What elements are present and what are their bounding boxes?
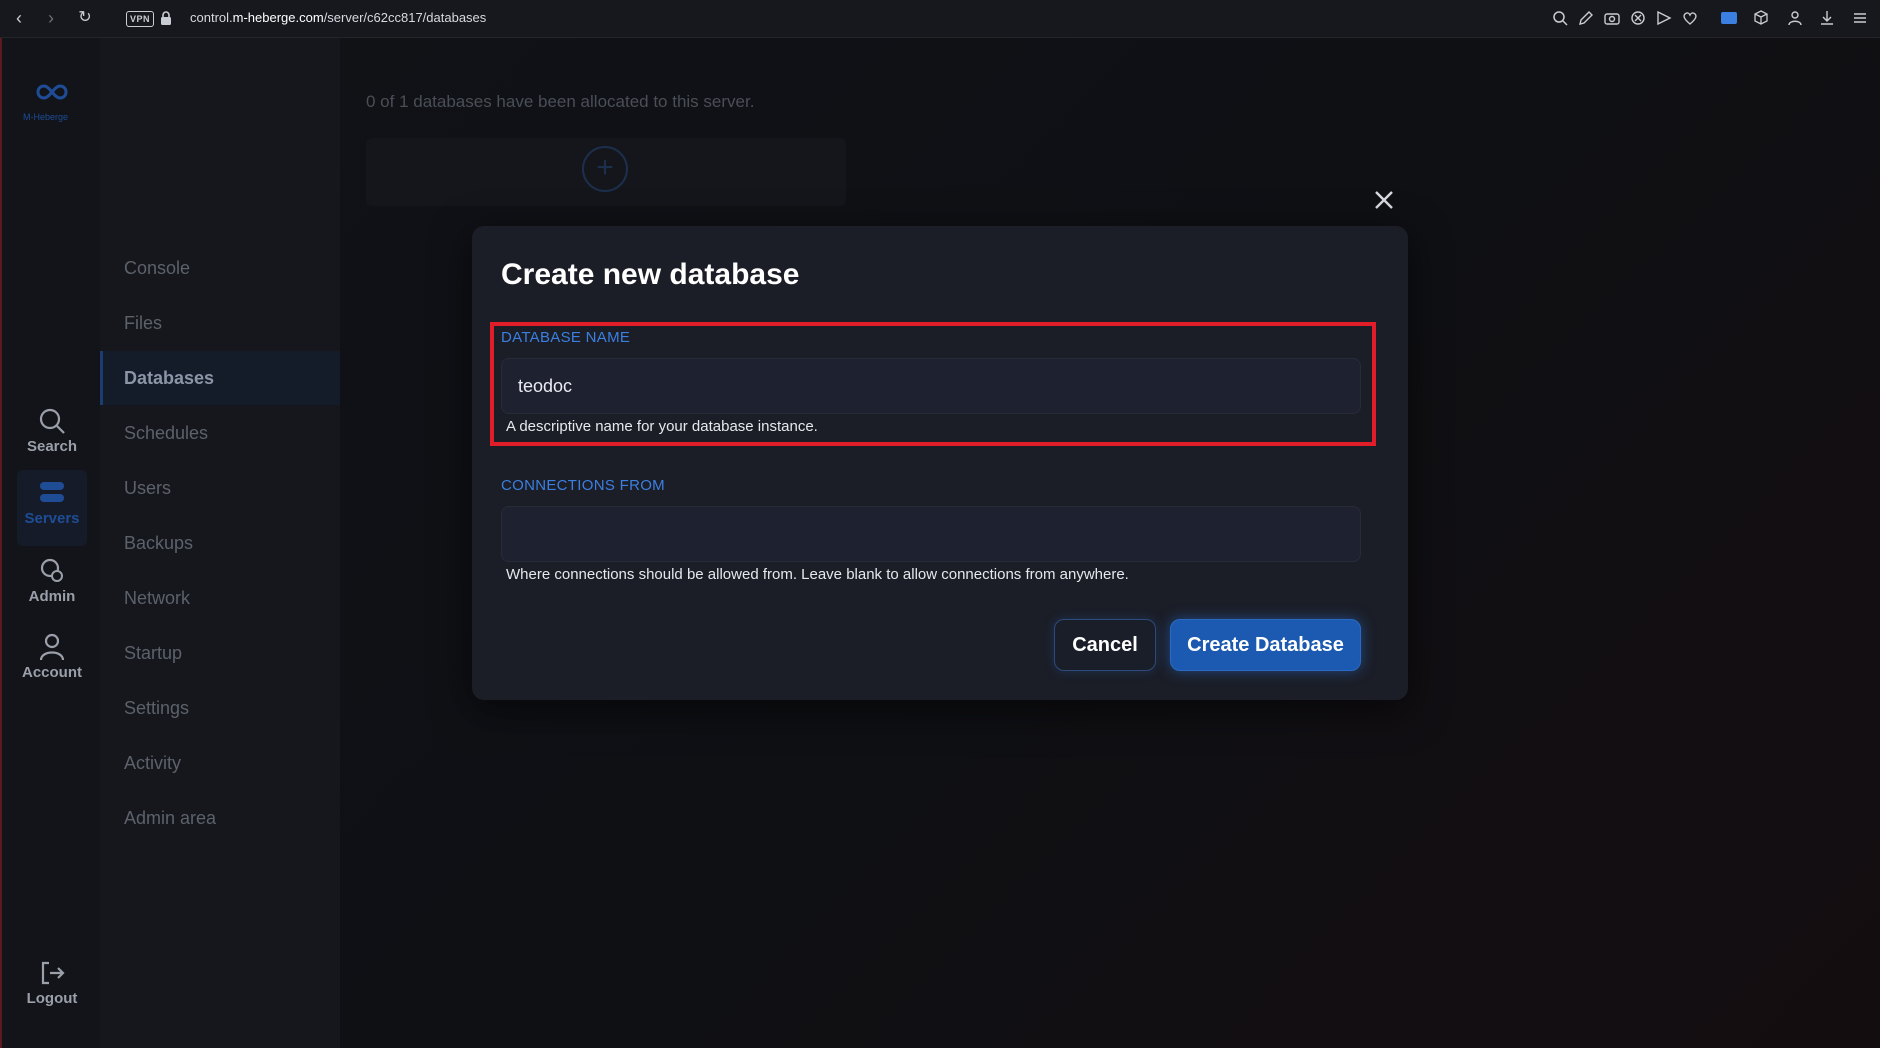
- logout-icon: [41, 961, 65, 985]
- rail-search-label: Search: [26, 438, 78, 455]
- rail-servers-label: Servers: [24, 510, 80, 527]
- connections-from-label: CONNECTIONS FROM: [501, 477, 665, 494]
- vpn-badge[interactable]: VPN: [126, 11, 155, 27]
- rail-admin[interactable]: Admin: [2, 556, 102, 605]
- block-icon[interactable]: [1629, 9, 1647, 27]
- sidebar-item-files[interactable]: Files: [100, 296, 340, 350]
- database-name-label: DATABASE NAME: [501, 329, 631, 346]
- sidebar-item-backups[interactable]: Backups: [100, 516, 340, 570]
- sidebar-item-users[interactable]: Users: [100, 461, 340, 515]
- address-bar[interactable]: control.m-heberge.com/server/c62cc817/da…: [190, 10, 486, 25]
- plus-icon[interactable]: +: [582, 146, 628, 192]
- edit-icon[interactable]: [1577, 9, 1595, 27]
- menu-icon[interactable]: [1851, 9, 1869, 27]
- sidebar-item-settings[interactable]: Settings: [100, 681, 340, 735]
- sidebar-item-activity[interactable]: Activity: [100, 736, 340, 790]
- url-path: /server/c62cc817/databases: [323, 10, 487, 25]
- create-database-button[interactable]: Create Database: [1170, 619, 1361, 671]
- sidebar-item-databases[interactable]: Databases: [100, 351, 340, 405]
- rail-servers[interactable]: Servers: [17, 470, 87, 546]
- allocation-text: 0 of 1 databases have been allocated to …: [366, 92, 755, 111]
- admin-icon: [40, 558, 63, 582]
- sidebar-item-startup[interactable]: Startup: [100, 626, 340, 680]
- profile-icon[interactable]: [1786, 9, 1804, 27]
- rail-logout-label: Logout: [26, 990, 78, 1007]
- add-database-card[interactable]: +: [366, 138, 846, 206]
- back-icon[interactable]: ‹: [8, 7, 30, 29]
- servers-icon: [40, 482, 64, 502]
- heart-icon[interactable]: [1681, 9, 1699, 27]
- close-icon[interactable]: [1372, 188, 1396, 212]
- connections-from-help: Where connections should be allowed from…: [506, 566, 1129, 583]
- account-icon: [39, 633, 65, 661]
- lock-icon: [161, 11, 171, 25]
- search-icon: [39, 408, 65, 434]
- modal-title: Create new database: [501, 258, 800, 291]
- url-host: m-heberge.com: [232, 10, 324, 25]
- forward-icon[interactable]: ›: [40, 7, 62, 29]
- cube-icon[interactable]: [1752, 9, 1770, 27]
- connections-from-input[interactable]: [501, 506, 1361, 562]
- send-icon[interactable]: [1655, 9, 1673, 27]
- reload-icon[interactable]: ↻: [74, 7, 96, 29]
- brand-logo-text: M-Heberge: [23, 112, 69, 122]
- cancel-button[interactable]: Cancel: [1054, 619, 1156, 671]
- rail-admin-label: Admin: [28, 588, 76, 605]
- sidebar-item-console[interactable]: Console: [100, 241, 340, 295]
- url-prefix: control.: [190, 10, 233, 25]
- sidebar-item-network[interactable]: Network: [100, 571, 340, 625]
- server-sidebar: Console Files Databases Schedules Users …: [100, 38, 340, 1048]
- camera-icon[interactable]: [1603, 9, 1621, 27]
- create-database-modal: Create new database DATABASE NAME teodoc…: [472, 226, 1408, 700]
- sidebar-item-schedules[interactable]: Schedules: [100, 406, 340, 460]
- database-name-help: A descriptive name for your database ins…: [506, 418, 818, 435]
- database-name-input[interactable]: teodoc: [501, 358, 1361, 414]
- rail-logout[interactable]: Logout: [2, 958, 102, 1007]
- zoom-search-icon[interactable]: [1551, 9, 1569, 27]
- rail-account[interactable]: Account: [2, 632, 102, 681]
- browser-toolbar: ‹ › ↻ VPN control.m-heberge.com/server/c…: [0, 0, 1880, 38]
- rail-search[interactable]: Search: [2, 406, 102, 455]
- rail-account-label: Account: [22, 664, 82, 681]
- download-icon[interactable]: [1818, 9, 1836, 27]
- sidebar-item-admin-area[interactable]: Admin area: [100, 791, 340, 845]
- extension-blue-icon[interactable]: [1720, 9, 1738, 27]
- icon-rail: M-Heberge Search Servers Admin Account L…: [0, 38, 102, 1048]
